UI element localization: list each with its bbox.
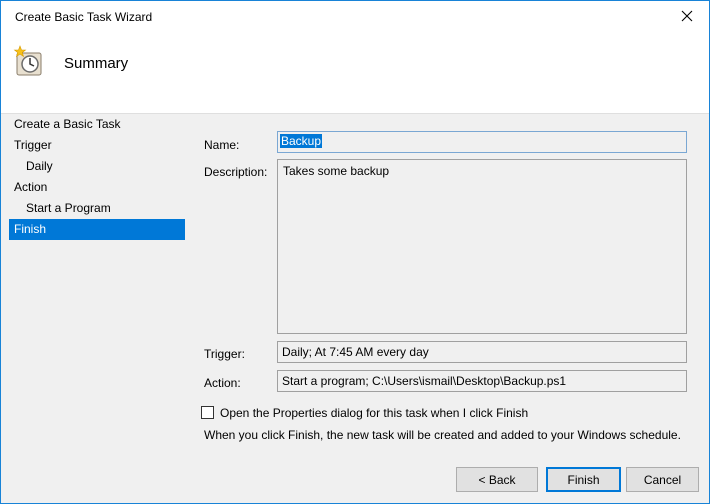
- title-bar[interactable]: Create Basic Task Wizard: [1, 1, 709, 31]
- wizard-steps-nav: Create a Basic Task Trigger Daily Action…: [9, 114, 185, 240]
- scheduled-task-clock-icon: [13, 45, 42, 76]
- open-properties-checkbox-label[interactable]: Open the Properties dialog for this task…: [220, 406, 528, 420]
- back-button[interactable]: < Back: [456, 467, 538, 492]
- nav-item-create-basic-task[interactable]: Create a Basic Task: [9, 114, 185, 135]
- nav-item-daily[interactable]: Daily: [9, 156, 185, 177]
- description-label: Description:: [204, 165, 268, 179]
- nav-item-finish[interactable]: Finish: [9, 219, 185, 240]
- page-title: Summary: [64, 55, 129, 72]
- description-field[interactable]: Takes some backup: [277, 159, 687, 334]
- wizard-header: Summary: [1, 31, 709, 114]
- window-title: Create Basic Task Wizard: [15, 10, 153, 24]
- open-properties-checkbox[interactable]: [201, 406, 214, 419]
- cancel-button[interactable]: Cancel: [626, 467, 699, 492]
- finish-button[interactable]: Finish: [546, 467, 621, 492]
- nav-item-action[interactable]: Action: [9, 177, 185, 198]
- trigger-label: Trigger:: [204, 347, 245, 361]
- action-field: Start a program; C:\Users\ismail\Desktop…: [277, 370, 687, 392]
- nav-item-trigger[interactable]: Trigger: [9, 135, 185, 156]
- wizard-window: Create Basic Task Wizard Summary Create …: [0, 0, 710, 504]
- action-label: Action:: [204, 376, 241, 390]
- close-icon: [681, 10, 693, 22]
- name-field[interactable]: Backup: [277, 131, 687, 153]
- trigger-field: Daily; At 7:45 AM every day: [277, 341, 687, 363]
- nav-item-start-a-program[interactable]: Start a Program: [9, 198, 185, 219]
- close-button[interactable]: [665, 1, 709, 31]
- name-value: Backup: [280, 134, 323, 148]
- name-label: Name:: [204, 138, 240, 152]
- finish-info-text: When you click Finish, the new task will…: [204, 428, 681, 442]
